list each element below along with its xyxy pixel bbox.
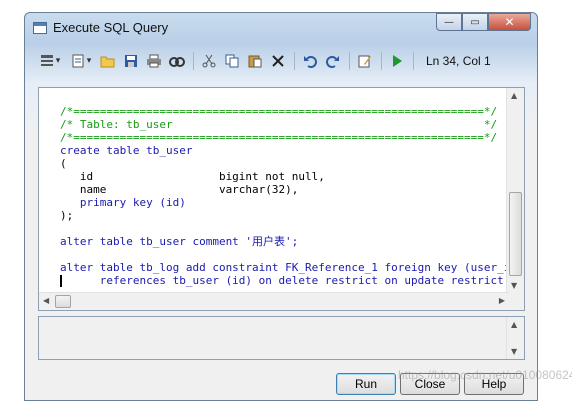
scroll-up-arrow-icon[interactable]: ▲ [511,320,517,329]
title-bar[interactable]: Execute SQL Query — ▭ ✕ [25,13,537,43]
code-line: name varchar(32), [60,183,299,196]
toolbar-separator [349,52,350,70]
results-pane[interactable]: ▲ ▼ [38,316,525,360]
code-line: alter table tb_log add constraint FK_Ref… [60,261,507,274]
delete-icon[interactable] [267,50,289,72]
horizontal-scroll-thumb[interactable] [55,295,71,308]
watermark: https://blog.csdn.net/u010080624 [398,368,572,382]
scroll-up-arrow-icon[interactable]: ▲ [511,91,517,100]
toolbar-separator [413,52,414,70]
code-line: /*======================================… [60,131,498,144]
run-button[interactable]: Run [336,373,396,395]
scrollbar-corner [507,293,524,310]
edit-icon[interactable] [354,50,376,72]
sql-code[interactable]: /*======================================… [60,92,507,288]
scroll-right-arrow-icon[interactable]: ▶ [499,296,505,305]
code-line: /*======================================… [60,105,498,118]
vertical-scroll-thumb[interactable] [509,192,522,276]
code-line: ); [60,209,74,222]
paste-icon[interactable] [244,50,266,72]
toolbar-separator [294,52,295,70]
editor-vertical-scrollbar[interactable]: ▲ ▼ [506,88,524,293]
results-vertical-scrollbar[interactable]: ▲ ▼ [506,317,524,359]
app-window-icon [33,22,47,34]
code-line: references tb_user (id) on delete restri… [60,274,507,287]
minimize-button[interactable]: — [436,13,462,31]
editor-horizontal-scrollbar[interactable]: ◀ ▶ [39,292,509,310]
toolbar: Ln 34, Col 1 [35,48,529,74]
text-caret [60,275,62,287]
undo-icon[interactable] [299,50,321,72]
execute-sql-query-window: Execute SQL Query — ▭ ✕ ▾ ▾ Ln 34, Col 1… [24,12,538,401]
code-line: primary key (id) [60,196,186,209]
toolbar-separator [381,52,382,70]
code-line: ( [60,157,67,170]
run-icon[interactable] [386,50,408,72]
new-script-icon[interactable] [66,50,96,72]
toolbar-separator [193,52,194,70]
window-title: Execute SQL Query [53,20,169,35]
copy-icon[interactable] [221,50,243,72]
cut-icon[interactable] [198,50,220,72]
find-icon[interactable] [166,50,188,72]
redo-icon[interactable] [322,50,344,72]
code-line: id bigint not null, [60,170,325,183]
code-line: alter table tb_user comment '用户表'; [60,235,299,248]
caption-buttons: — ▭ ✕ [436,13,531,32]
open-folder-icon[interactable] [97,50,119,72]
sql-editor[interactable]: /*======================================… [38,87,525,311]
save-icon[interactable] [120,50,142,72]
cursor-position-label: Ln 34, Col 1 [426,54,491,68]
print-icon[interactable] [143,50,165,72]
scroll-down-arrow-icon[interactable]: ▼ [511,347,517,356]
scroll-left-arrow-icon[interactable]: ◀ [43,296,49,305]
code-line: create table tb_user [60,144,193,157]
close-window-button[interactable]: ✕ [488,13,531,31]
scroll-down-arrow-icon[interactable]: ▼ [511,281,517,290]
code-line: /* Table: tb_user */ [60,118,498,131]
editor-menu-icon[interactable] [35,50,65,72]
maximize-button[interactable]: ▭ [462,13,488,31]
